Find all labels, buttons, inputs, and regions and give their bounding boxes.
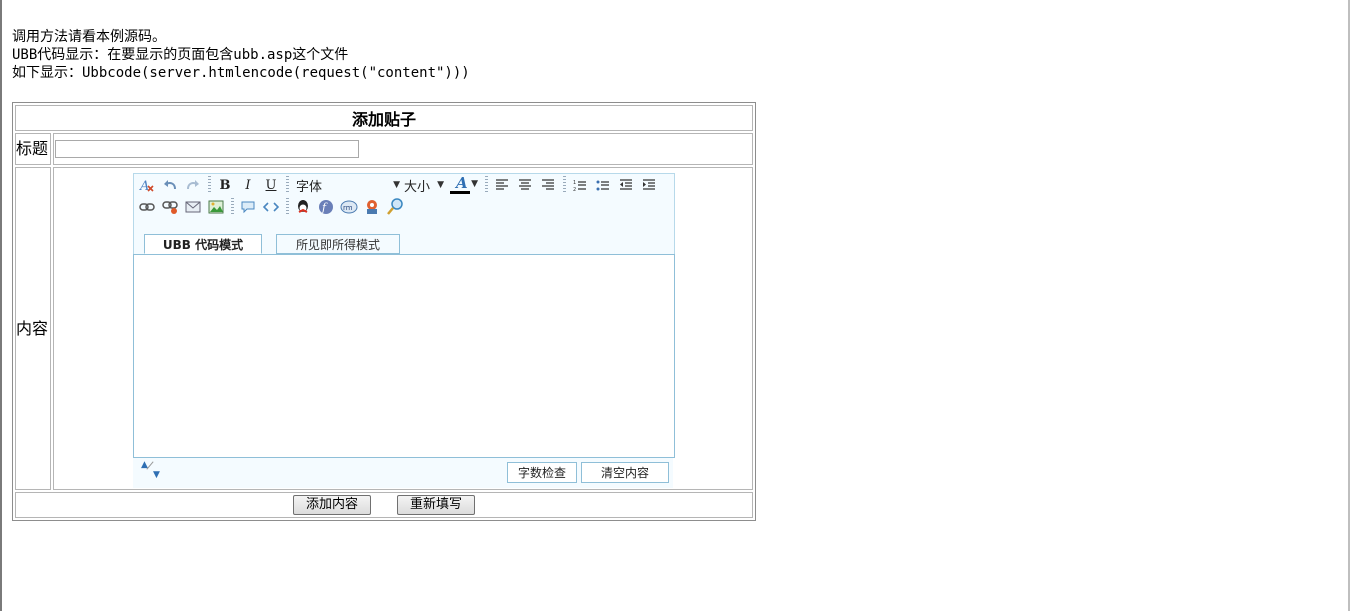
toolbar-separator — [485, 176, 488, 194]
content-label: 内容 — [15, 167, 51, 490]
post-form: 添加贴子 标题 内容 A B I U 字体 ▼ 大小 ▼ A ▼ 1 2 f r… — [12, 102, 756, 521]
title-field-cell — [53, 133, 753, 165]
word-count-button[interactable]: 字数检查 — [507, 462, 577, 483]
remove-format-icon[interactable]: A — [138, 176, 156, 194]
toolbar-separator — [231, 198, 234, 216]
title-input[interactable] — [55, 140, 359, 158]
outdent-icon[interactable] — [617, 176, 635, 194]
align-right-icon[interactable] — [539, 176, 557, 194]
window-left-border — [0, 0, 2, 611]
toolbar-separator — [286, 176, 289, 194]
indent-icon[interactable] — [640, 176, 658, 194]
search-icon[interactable] — [386, 198, 404, 216]
submit-button[interactable]: 添加内容 — [292, 495, 371, 515]
email-icon[interactable] — [184, 198, 202, 216]
tab-ubb-code-mode[interactable]: UBB 代码模式 — [144, 234, 262, 254]
tab-wysiwyg-mode[interactable]: 所见即所得模式 — [276, 234, 400, 254]
intro-line-1: 调用方法请看本例源码。 — [12, 29, 166, 45]
intro-line-3: 如下显示：Ubbcode(server.htmlencode(request("… — [12, 65, 470, 81]
code-icon[interactable] — [262, 198, 280, 216]
toolbar-row-2: f rm — [138, 197, 409, 217]
bold-icon[interactable]: B — [216, 176, 234, 194]
image-icon[interactable] — [207, 198, 225, 216]
align-center-icon[interactable] — [516, 176, 534, 194]
form-heading: 添加贴子 — [15, 105, 753, 131]
align-left-icon[interactable] — [493, 176, 511, 194]
realmedia-icon[interactable]: rm — [340, 198, 358, 216]
intro-text: 调用方法请看本例源码。 UBB代码显示：在要显示的页面包含ubb.asp这个文件… — [12, 28, 470, 82]
editor-footer: ▲ ▼ 字数检查 清空内容 — [133, 458, 673, 488]
toolbar-row-1: A B I U 字体 ▼ 大小 ▼ A ▼ 1 2 — [138, 174, 663, 195]
font-select-label: 字体 — [296, 179, 323, 195]
toolbar-separator — [208, 176, 211, 194]
chevron-down-icon: ▼ — [393, 180, 400, 190]
clear-content-button[interactable]: 清空内容 — [581, 462, 669, 483]
svg-text:A: A — [139, 179, 149, 193]
font-select[interactable]: 字体 ▼ — [294, 176, 402, 195]
qq-icon[interactable] — [294, 198, 312, 216]
intro-line-2: UBB代码显示：在要显示的页面包含ubb.asp这个文件 — [12, 47, 349, 63]
underline-icon[interactable]: U — [262, 176, 280, 194]
svg-text:2: 2 — [573, 187, 576, 192]
redo-icon[interactable] — [184, 176, 202, 194]
link-icon[interactable] — [138, 198, 156, 216]
editor-toolbar: A B I U 字体 ▼ 大小 ▼ A ▼ 1 2 f rm UBB 代码模式 … — [133, 173, 675, 254]
size-select-label: 大小 — [404, 179, 431, 195]
unordered-list-icon[interactable] — [594, 176, 612, 194]
svg-text:1: 1 — [573, 180, 576, 186]
media-player-icon[interactable] — [363, 198, 381, 216]
ordered-list-icon[interactable]: 12 — [571, 176, 589, 194]
content-field-cell: A B I U 字体 ▼ 大小 ▼ A ▼ 1 2 f rm UBB 代码模式 … — [53, 167, 753, 490]
form-actions: 添加内容 重新填写 — [15, 492, 753, 518]
ubb-editor: A B I U 字体 ▼ 大小 ▼ A ▼ 1 2 f rm UBB 代码模式 … — [133, 173, 675, 489]
chevron-down-icon: ▼ — [437, 180, 444, 190]
reset-button[interactable]: 重新填写 — [397, 495, 476, 515]
chevron-down-icon: ▼ — [471, 179, 478, 189]
content-textarea[interactable] — [133, 254, 675, 458]
undo-icon[interactable] — [161, 176, 179, 194]
flash-icon[interactable]: f — [317, 198, 335, 216]
toolbar-separator — [563, 176, 566, 194]
toolbar-separator — [286, 198, 289, 216]
unlink-icon[interactable] — [161, 198, 179, 216]
resize-handle-icon[interactable]: ▲ ▼ — [139, 460, 161, 482]
svg-text:rm: rm — [343, 204, 353, 212]
size-select[interactable]: 大小 ▼ — [404, 176, 444, 195]
font-color-icon[interactable]: A ▼ — [450, 174, 480, 194]
title-label: 标题 — [15, 133, 51, 165]
quote-icon[interactable] — [239, 198, 257, 216]
italic-icon[interactable]: I — [239, 176, 257, 194]
